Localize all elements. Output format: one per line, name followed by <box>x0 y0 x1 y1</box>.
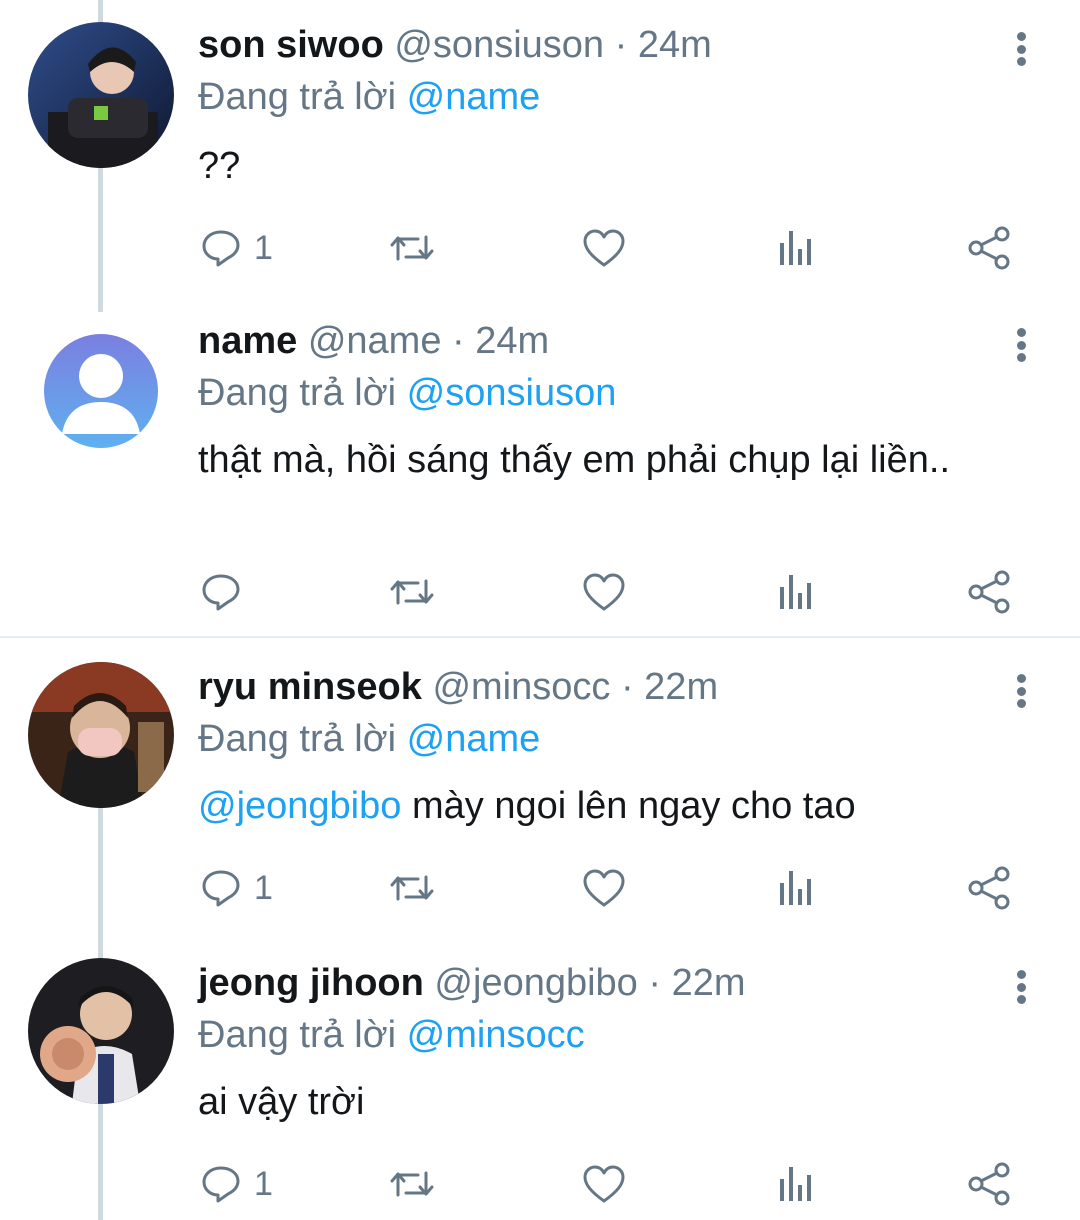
display-name[interactable]: ryu minseok <box>198 666 422 708</box>
share-icon <box>968 866 1010 910</box>
reply-prefix: Đang trả lời <box>198 1014 397 1056</box>
reply-prefix: Đang trả lời <box>198 718 397 760</box>
reply-to-mention[interactable]: @minsocc <box>407 1014 585 1056</box>
tweet-text: ?? <box>198 145 241 187</box>
retweet-button[interactable] <box>388 562 436 622</box>
timestamp[interactable]: 24m <box>638 24 712 66</box>
timestamp[interactable]: 22m <box>672 962 746 1004</box>
analytics-icon <box>780 1167 811 1201</box>
reply-context: Đang trả lời @name <box>198 714 540 764</box>
reply-button[interactable]: 1 <box>200 858 273 918</box>
more-options-icon[interactable] <box>1004 668 1038 714</box>
reply-prefix: Đang trả lời <box>198 372 397 414</box>
reply-icon <box>202 230 240 267</box>
reply-icon <box>202 574 240 611</box>
avatar[interactable] <box>28 22 174 168</box>
reply-context: Đang trả lời @name <box>198 72 540 122</box>
share-button[interactable] <box>966 562 1012 622</box>
action-bar: 1 <box>0 1154 1080 1214</box>
conversation-divider <box>0 636 1080 638</box>
tweet[interactable]: ryu minseok @minsocc · 22m Đang trả lời … <box>0 662 1080 952</box>
reply-icon <box>202 870 240 907</box>
text-mention[interactable]: @jeongbibo <box>198 785 401 827</box>
reply-icon <box>202 1166 240 1203</box>
tweet-header: son siwoo @sonsiuson · 24m <box>198 20 712 70</box>
avatar[interactable] <box>28 662 174 808</box>
share-button[interactable] <box>966 858 1012 918</box>
reply-button[interactable]: 1 <box>200 218 273 278</box>
tweet[interactable]: name @name · 24m Đang trả lời @sonsiuson… <box>0 316 1080 626</box>
separator-dot: · <box>620 666 634 708</box>
reply-prefix: Đang trả lời <box>198 76 397 118</box>
timestamp[interactable]: 22m <box>644 666 718 708</box>
handle[interactable]: @jeongbibo <box>434 962 637 1004</box>
like-button[interactable] <box>582 562 626 622</box>
analytics-button[interactable] <box>776 858 816 918</box>
tweet-header: jeong jihoon @jeongbibo · 22m <box>198 958 746 1008</box>
more-options-icon[interactable] <box>1004 322 1038 368</box>
reply-to-mention[interactable]: @name <box>407 76 541 118</box>
tweet[interactable]: jeong jihoon @jeongbibo · 22m Đang trả l… <box>0 958 1080 1220</box>
avatar[interactable] <box>28 958 174 1104</box>
like-button[interactable] <box>582 858 626 918</box>
tweet-header: name @name · 24m <box>198 316 549 366</box>
action-bar: 1 <box>0 858 1080 918</box>
reply-count: 1 <box>254 868 273 907</box>
handle[interactable]: @sonsiuson <box>394 24 604 66</box>
tweet-text: thật mà, hồi sáng thấy em phải chụp lại … <box>198 439 951 481</box>
handle[interactable]: @name <box>308 320 442 362</box>
analytics-button[interactable] <box>776 1154 816 1214</box>
tweet-text: @jeongbibo mày ngoi lên ngay cho tao <box>198 780 988 832</box>
analytics-button[interactable] <box>776 562 816 622</box>
share-button[interactable] <box>966 218 1012 278</box>
reply-context: Đang trả lời @sonsiuson <box>198 368 616 418</box>
separator-dot: · <box>452 320 465 362</box>
action-bar <box>0 562 1080 622</box>
display-name[interactable]: jeong jihoon <box>198 962 424 1004</box>
like-button[interactable] <box>582 1154 626 1214</box>
share-icon <box>968 570 1010 614</box>
analytics-icon <box>780 871 811 905</box>
like-icon <box>583 1165 625 1203</box>
reply-context: Đang trả lời @minsocc <box>198 1010 585 1060</box>
action-bar: 1 <box>0 218 1080 278</box>
analytics-icon <box>780 231 811 265</box>
retweet-icon <box>390 235 434 261</box>
share-icon <box>968 1162 1010 1206</box>
tweet-text: ai vậy trời <box>198 1081 365 1123</box>
retweet-icon <box>390 579 434 605</box>
like-button[interactable] <box>582 218 626 278</box>
reply-to-mention[interactable]: @sonsiuson <box>407 372 617 414</box>
retweet-icon <box>390 875 434 901</box>
more-options-icon[interactable] <box>1004 26 1038 72</box>
tweet-header: ryu minseok @minsocc · 22m <box>198 662 718 712</box>
like-icon <box>583 573 625 611</box>
separator-dot: · <box>614 24 628 66</box>
retweet-button[interactable] <box>388 1154 436 1214</box>
retweet-button[interactable] <box>388 218 436 278</box>
share-icon <box>968 226 1010 270</box>
more-options-icon[interactable] <box>1004 964 1038 1010</box>
tweet-text-content: mày ngoi lên ngay cho tao <box>411 785 856 827</box>
share-button[interactable] <box>966 1154 1012 1214</box>
display-name[interactable]: son siwoo <box>198 24 384 66</box>
handle[interactable]: @minsocc <box>432 666 610 708</box>
reply-count: 1 <box>254 1164 273 1203</box>
like-icon <box>583 229 625 267</box>
like-icon <box>583 869 625 907</box>
avatar[interactable] <box>44 334 158 448</box>
reply-to-mention[interactable]: @name <box>407 718 541 760</box>
reply-count: 1 <box>254 228 273 267</box>
display-name[interactable]: name <box>198 320 297 362</box>
analytics-button[interactable] <box>776 218 816 278</box>
tweet[interactable]: son siwoo @sonsiuson · 24m Đang trả lời … <box>0 20 1080 310</box>
timestamp[interactable]: 24m <box>475 320 549 362</box>
retweet-button[interactable] <box>388 858 436 918</box>
retweet-icon <box>390 1171 434 1197</box>
separator-dot: · <box>648 962 662 1004</box>
reply-button[interactable] <box>200 562 254 622</box>
analytics-icon <box>780 575 811 609</box>
reply-button[interactable]: 1 <box>200 1154 273 1214</box>
